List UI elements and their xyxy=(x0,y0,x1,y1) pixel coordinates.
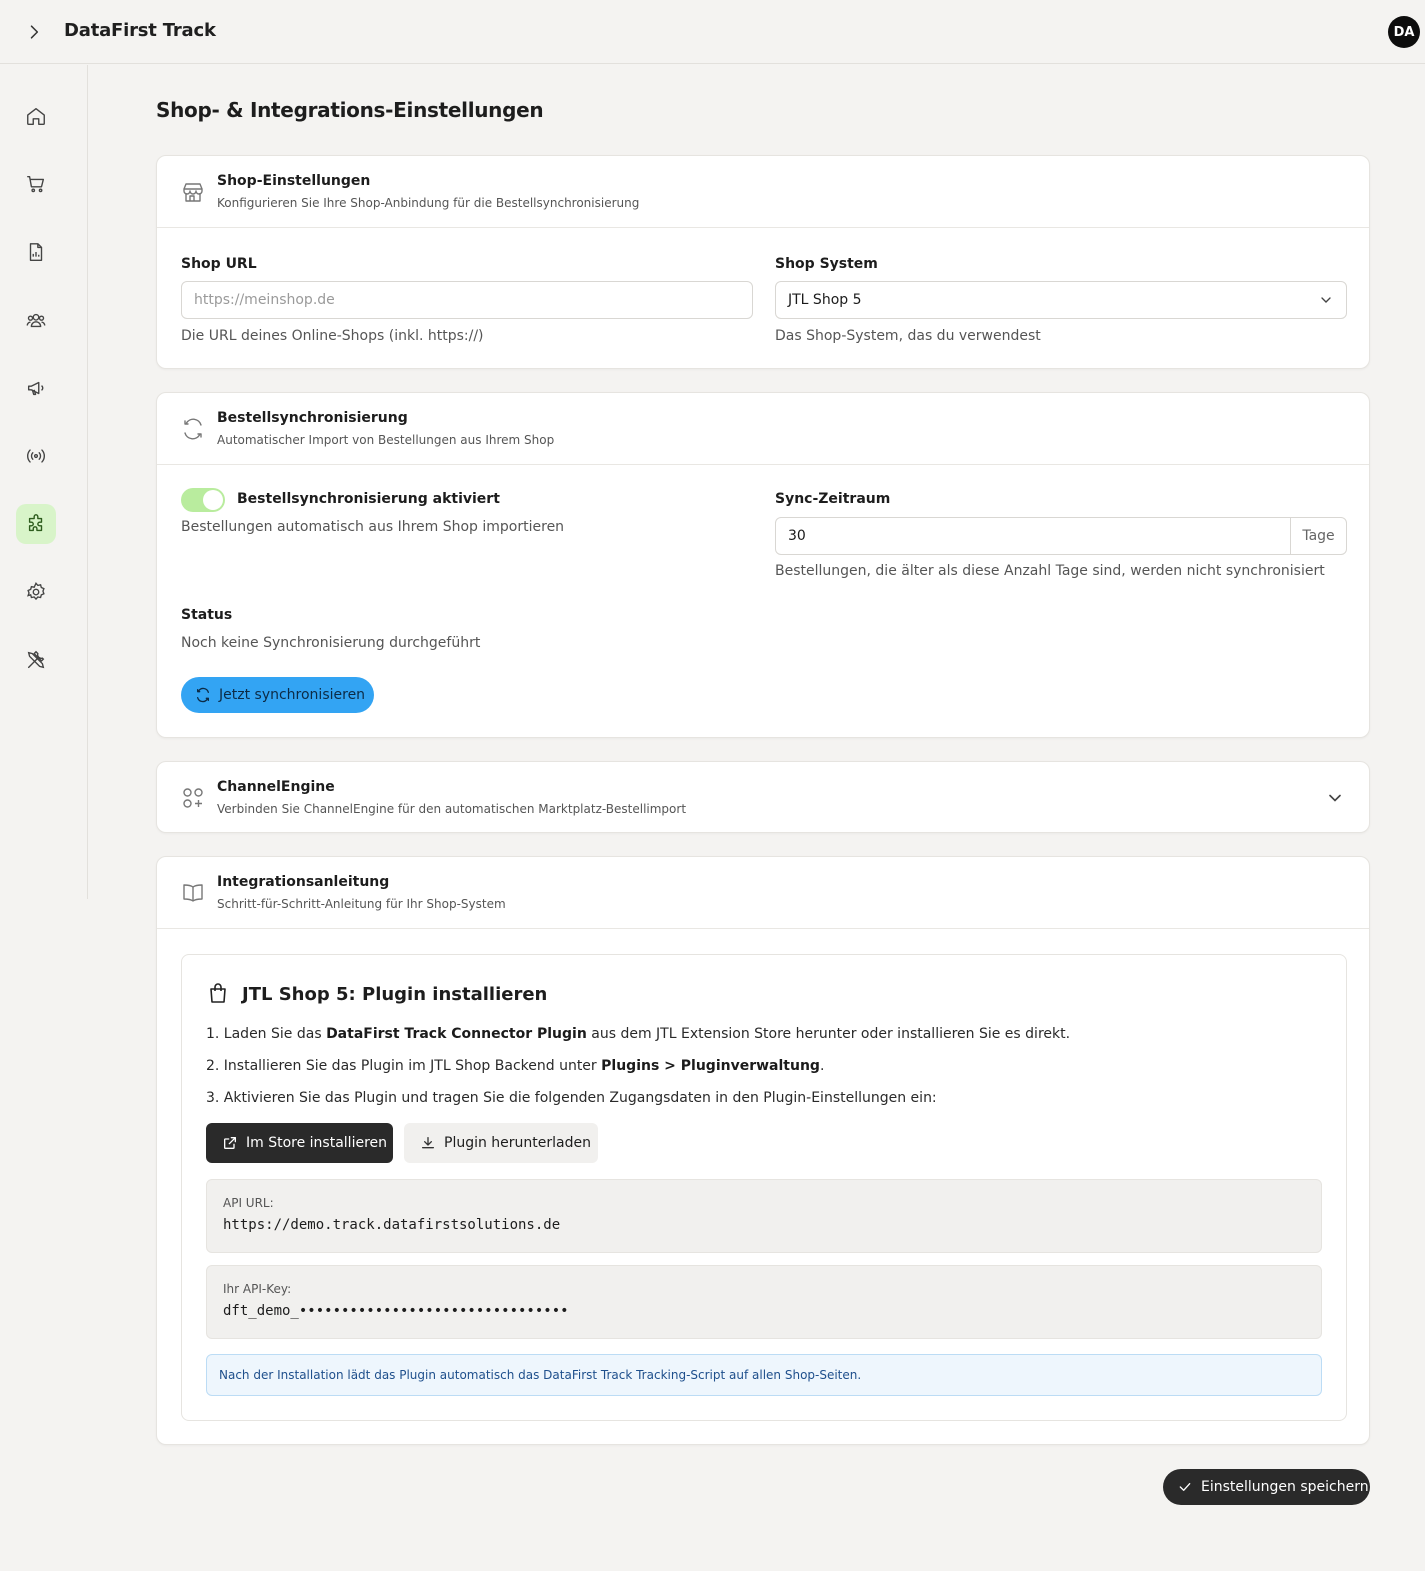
toggle-knob xyxy=(203,490,223,510)
channel-engine-title: ChannelEngine xyxy=(217,779,335,795)
shop-system-select[interactable]: JTL Shop 5 xyxy=(775,281,1347,319)
plugin-download-label: Plugin herunterladen xyxy=(444,1135,591,1151)
external-link-icon xyxy=(224,1137,236,1149)
order-sync-title: Bestellsynchronisierung xyxy=(217,410,408,426)
order-sync-toggle[interactable] xyxy=(181,488,225,512)
shop-system-label: Shop System xyxy=(775,256,878,272)
shop-system-value: JTL Shop 5 xyxy=(788,292,862,308)
guide-step-2: 2. Installieren Sie das Plugin im JTL Sh… xyxy=(206,1058,825,1074)
shop-settings-card: Shop-Einstellungen Konfigurieren Sie Ihr… xyxy=(156,155,1370,369)
tools-icon xyxy=(27,650,45,669)
avatar[interactable]: DA xyxy=(1388,16,1420,48)
integration-guide-title: Integrationsanleitung xyxy=(217,874,390,890)
apps-add-icon xyxy=(183,788,203,808)
shop-url-hint: Die URL deines Online-Shops (inkl. https… xyxy=(181,328,484,344)
store-install-label: Im Store installieren xyxy=(246,1135,388,1151)
order-sync-toggle-hint: Bestellungen automatisch aus Ihrem Shop … xyxy=(181,519,565,535)
sidebar-item-customers[interactable] xyxy=(16,300,56,340)
sidebar-item-reports[interactable] xyxy=(16,232,56,272)
shop-url-label: Shop URL xyxy=(181,256,257,272)
status-label: Status xyxy=(181,607,233,623)
top-bar: DataFirst Track DA xyxy=(0,0,1425,64)
integration-guide-header: Integrationsanleitung Schritt-für-Schrit… xyxy=(157,857,1369,929)
sidebar xyxy=(0,65,88,899)
channel-engine-header[interactable]: ChannelEngine Verbinden Sie ChannelEngin… xyxy=(157,762,1369,834)
broadcast-icon xyxy=(27,449,45,463)
status-value: Noch keine Synchronisierung durchgeführt xyxy=(181,635,481,651)
chevron-down-icon xyxy=(1321,297,1331,303)
download-icon xyxy=(422,1137,434,1149)
shopping-bag-icon xyxy=(210,983,226,1003)
api-url-box[interactable]: API URL: https://demo.track.datafirstsol… xyxy=(206,1179,1322,1253)
save-settings-label: Einstellungen speichern xyxy=(1201,1479,1369,1495)
sidebar-item-campaigns[interactable] xyxy=(16,368,56,408)
sync-now-label: Jetzt synchronisieren xyxy=(219,687,366,703)
check-icon xyxy=(1179,1483,1191,1491)
channel-engine-card[interactable]: ChannelEngine Verbinden Sie ChannelEngin… xyxy=(156,761,1370,833)
integration-guide-card: Integrationsanleitung Schritt-für-Schrit… xyxy=(156,856,1370,1445)
sidebar-item-settings[interactable] xyxy=(16,572,56,612)
refresh-icon xyxy=(184,418,202,440)
sync-now-button[interactable]: Jetzt synchronisieren xyxy=(181,677,374,713)
store-install-button[interactable]: Im Store installieren xyxy=(206,1123,393,1163)
api-url-label: API URL: xyxy=(223,1196,274,1210)
shop-settings-header: Shop-Einstellungen Konfigurieren Sie Ihr… xyxy=(157,156,1369,228)
refresh-icon xyxy=(197,687,209,703)
guide-step-1: 1. Laden Sie das DataFirst Track Connect… xyxy=(206,1026,1071,1042)
order-sync-card: Bestellsynchronisierung Automatischer Im… xyxy=(156,392,1370,738)
report-icon xyxy=(29,243,43,261)
chevron-right-icon xyxy=(30,25,39,39)
api-key-box[interactable]: Ihr API-Key: dft_demo_••••••••••••••••••… xyxy=(206,1265,1322,1339)
shop-settings-title: Shop-Einstellungen xyxy=(217,173,371,189)
integration-guide-subtitle: Schritt-für-Schritt-Anleitung für Ihr Sh… xyxy=(217,897,506,911)
shop-system-hint: Das Shop-System, das du verwendest xyxy=(775,328,1041,344)
order-sync-subtitle: Automatischer Import von Bestellungen au… xyxy=(217,433,555,447)
api-url-value[interactable]: https://demo.track.datafirstsolutions.de xyxy=(223,1217,560,1233)
api-key-label: Ihr API-Key: xyxy=(223,1282,292,1296)
info-note: Nach der Installation lädt das Plugin au… xyxy=(206,1354,1322,1396)
users-icon xyxy=(26,313,46,328)
api-key-value[interactable]: dft_demo_•••••••••••••••••••••••••••••••… xyxy=(223,1303,569,1319)
sidebar-item-tracking[interactable] xyxy=(16,436,56,476)
page-title: Shop- & Integrations-Einstellungen xyxy=(156,98,544,122)
book-icon xyxy=(183,884,203,902)
gear-icon xyxy=(27,582,45,601)
channel-engine-subtitle: Verbinden Sie ChannelEngine für den auto… xyxy=(217,802,687,816)
cart-icon xyxy=(27,175,45,193)
plugin-download-button[interactable]: Plugin herunterladen xyxy=(404,1123,598,1163)
order-sync-toggle-label: Bestellsynchronisierung aktiviert xyxy=(237,491,500,507)
jtl-guide-panel: JTL Shop 5: Plugin installieren 1. Laden… xyxy=(181,954,1347,1421)
save-settings-button[interactable]: Einstellungen speichern xyxy=(1163,1469,1370,1505)
home-icon xyxy=(27,107,45,125)
sync-period-hint: Bestellungen, die älter als diese Anzahl… xyxy=(775,563,1325,579)
sync-period-input[interactable]: 30 Tage xyxy=(775,517,1347,555)
order-sync-header: Bestellsynchronisierung Automatischer Im… xyxy=(157,393,1369,465)
sidebar-item-home[interactable] xyxy=(16,96,56,136)
puzzle-icon xyxy=(28,514,43,532)
sidebar-item-orders[interactable] xyxy=(16,164,56,204)
store-icon xyxy=(183,183,203,202)
shop-url-input[interactable]: https://meinshop.de xyxy=(181,281,753,319)
guide-step-3: 3. Aktivieren Sie das Plugin und tragen … xyxy=(206,1090,937,1106)
chevron-down-icon[interactable] xyxy=(1325,788,1345,808)
sidebar-item-integrations[interactable] xyxy=(16,504,56,544)
sync-period-unit: Tage xyxy=(1290,518,1346,554)
app-title: DataFirst Track xyxy=(64,20,216,41)
jtl-guide-title: JTL Shop 5: Plugin installieren xyxy=(242,984,548,1005)
megaphone-icon xyxy=(27,381,44,396)
sync-period-label: Sync-Zeitraum xyxy=(775,491,891,507)
sidebar-toggle-button[interactable] xyxy=(22,20,46,44)
sync-period-value: 30 xyxy=(788,528,806,544)
shop-settings-subtitle: Konfigurieren Sie Ihre Shop-Anbindung fü… xyxy=(217,196,640,210)
sidebar-item-tools[interactable] xyxy=(16,640,56,680)
